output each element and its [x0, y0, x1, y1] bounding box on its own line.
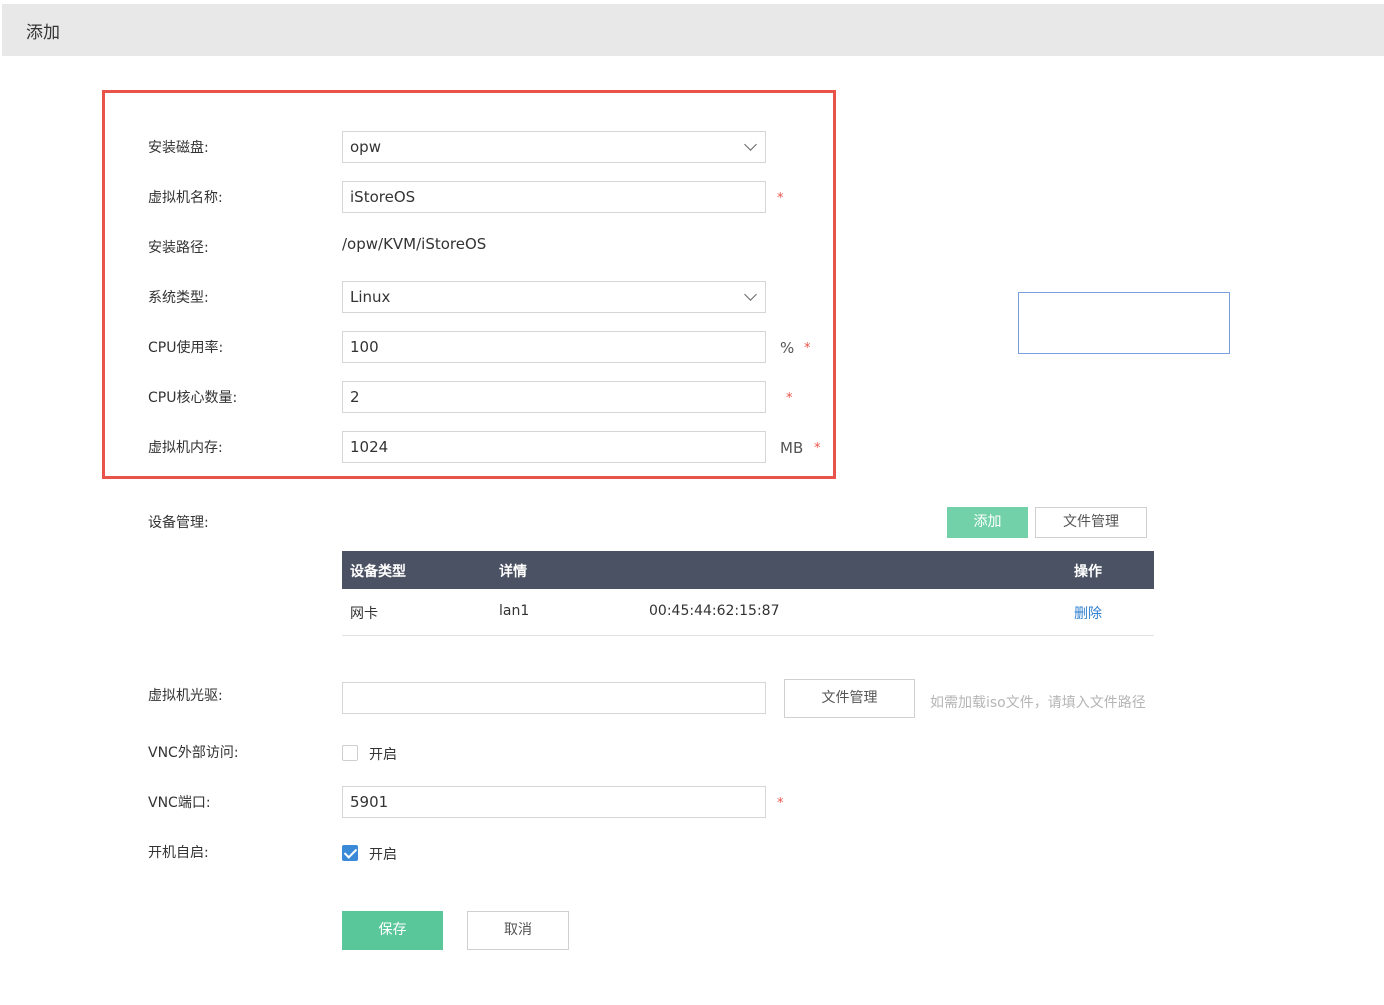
device-detail-cell: lan1 — [499, 603, 530, 619]
cdrom-hint: 如需加载iso文件，请填入文件路径 — [930, 695, 1146, 711]
cdrom-file-manager-button[interactable]: 文件管理 — [784, 679, 915, 718]
empty-outline-box — [1018, 292, 1230, 354]
delete-device-link[interactable]: 删除 — [1074, 603, 1102, 623]
disk-label: 安装磁盘: — [148, 140, 209, 156]
vm-name-input[interactable]: iStoreOS — [342, 181, 766, 213]
required-mark: * — [804, 341, 811, 356]
vnc-access-label: VNC外部访问: — [148, 745, 239, 761]
required-mark: * — [786, 391, 793, 406]
vnc-access-checkbox[interactable] — [342, 745, 358, 761]
required-mark: * — [777, 191, 784, 206]
column-header-type: 设备类型 — [350, 564, 406, 580]
autostart-checkbox[interactable] — [342, 845, 358, 861]
vnc-port-input[interactable]: 5901 — [342, 786, 766, 818]
cpu-usage-unit: % — [780, 339, 795, 357]
chevron-down-icon — [744, 288, 757, 301]
memory-label: 虚拟机内存: — [148, 440, 223, 456]
cpu-usage-input[interactable]: 100 — [342, 331, 766, 363]
path-value: /opw/KVM/iStoreOS — [342, 235, 487, 253]
cpu-cores-input[interactable]: 2 — [342, 381, 766, 413]
table-row: 网卡 lan1 00:45:44:62:15:87 删除 — [342, 589, 1154, 636]
column-header-action: 操作 — [1074, 564, 1102, 580]
add-device-button[interactable]: 添加 — [947, 507, 1028, 538]
path-label: 安装路径: — [148, 240, 209, 256]
cpu-cores-value: 2 — [350, 388, 360, 406]
cdrom-label: 虚拟机光驱: — [148, 688, 223, 704]
vm-name-label: 虚拟机名称: — [148, 190, 223, 206]
chevron-down-icon — [744, 138, 757, 151]
cdrom-input[interactable] — [342, 682, 766, 714]
cpu-cores-label: CPU核心数量: — [148, 390, 238, 406]
page-header: 添加 — [2, 4, 1384, 56]
device-mac-cell: 00:45:44:62:15:87 — [649, 603, 780, 619]
page-title: 添加 — [26, 23, 60, 43]
memory-value: 1024 — [350, 438, 389, 456]
vnc-port-label: VNC端口: — [148, 795, 211, 811]
device-type-cell: 网卡 — [350, 606, 378, 622]
autostart-option[interactable]: 开启 — [369, 844, 397, 864]
os-type-label: 系统类型: — [148, 290, 209, 306]
disk-select-value: opw — [350, 138, 381, 156]
device-table-header: 设备类型 详情 操作 — [342, 551, 1154, 589]
memory-unit: MB — [780, 439, 804, 457]
cancel-button[interactable]: 取消 — [467, 911, 569, 950]
cpu-usage-label: CPU使用率: — [148, 340, 224, 356]
disk-select[interactable]: opw — [342, 131, 766, 163]
devices-label: 设备管理: — [148, 515, 209, 531]
column-header-detail: 详情 — [499, 564, 527, 580]
vnc-port-value: 5901 — [350, 793, 389, 811]
memory-input[interactable]: 1024 — [342, 431, 766, 463]
autostart-label: 开机自启: — [148, 845, 209, 861]
os-type-select[interactable]: Linux — [342, 281, 766, 313]
os-type-select-value: Linux — [350, 288, 391, 306]
required-mark: * — [814, 441, 821, 456]
cpu-usage-value: 100 — [350, 338, 379, 356]
required-mark: * — [777, 796, 784, 811]
vnc-access-option[interactable]: 开启 — [369, 744, 397, 764]
vm-name-value: iStoreOS — [350, 188, 416, 206]
save-button[interactable]: 保存 — [342, 911, 443, 950]
device-file-manager-button[interactable]: 文件管理 — [1035, 507, 1147, 538]
